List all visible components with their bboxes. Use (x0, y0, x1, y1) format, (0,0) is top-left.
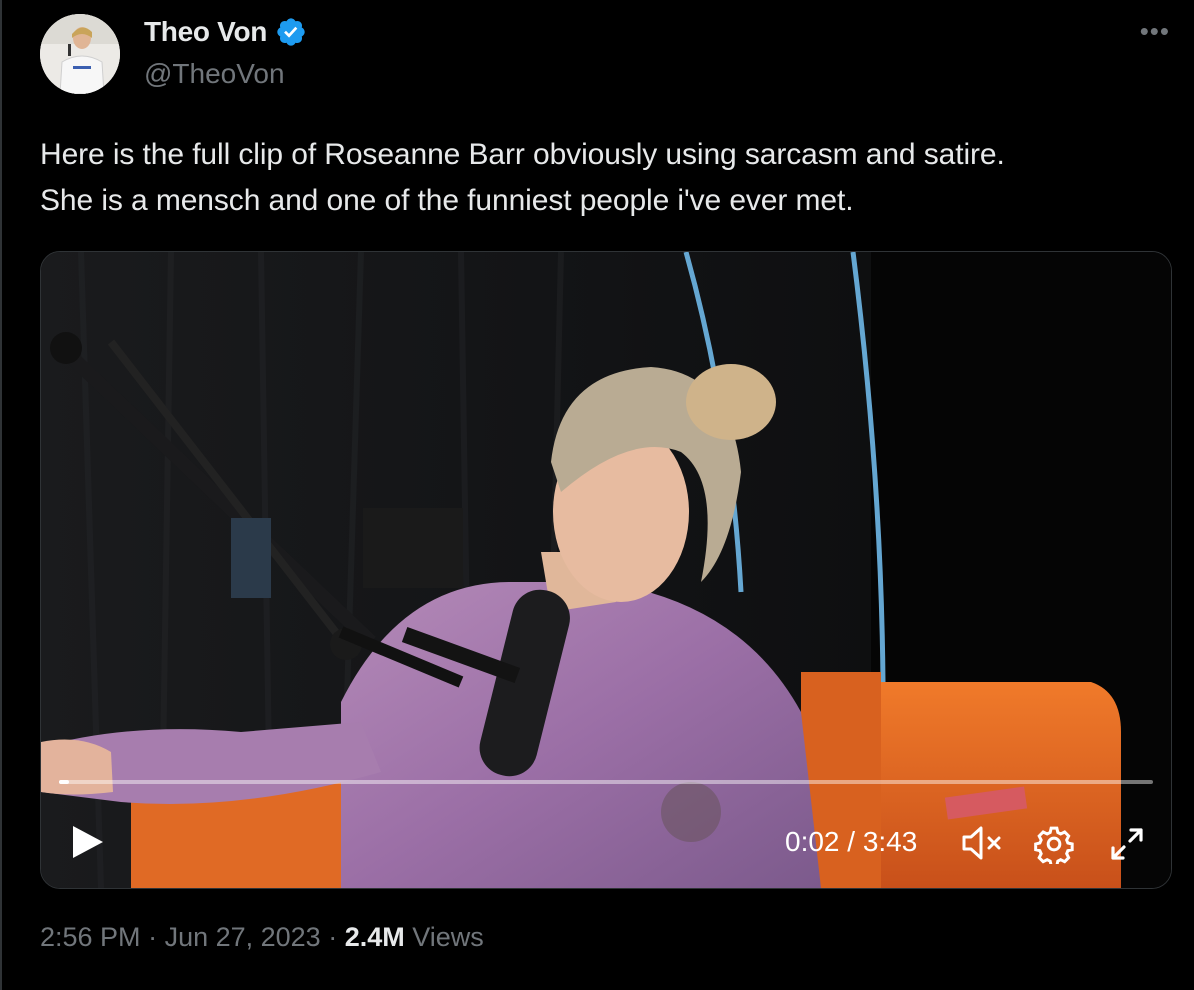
play-icon (73, 826, 103, 858)
tweet-text: Here is the full clip of Roseanne Barr o… (40, 138, 1005, 217)
author-name[interactable]: Theo Von (144, 16, 307, 48)
play-button[interactable] (71, 824, 105, 860)
tweet-time[interactable]: 2:56 PM (40, 922, 141, 952)
verified-badge-icon (277, 18, 305, 46)
avatar-image (40, 14, 120, 94)
video-frame (41, 252, 1171, 888)
tweet-meta: 2:56 PM · Jun 27, 2023 · 2.4M Views (40, 922, 484, 953)
muted-speaker-icon (962, 826, 1001, 860)
author-avatar[interactable] (40, 14, 120, 94)
settings-button[interactable] (1034, 824, 1074, 867)
author-handle[interactable]: @TheoVon (144, 58, 285, 90)
video-progress-fill (59, 780, 69, 784)
tweet-date[interactable]: Jun 27, 2023 (165, 922, 321, 952)
mute-button[interactable] (961, 824, 1005, 862)
fullscreen-icon (1111, 828, 1143, 860)
views-label: Views (412, 922, 484, 952)
video-progress-bar[interactable] (59, 780, 1153, 784)
gear-icon (1034, 826, 1074, 867)
video-player[interactable]: 0:02 / 3:43 (40, 251, 1172, 889)
more-options-icon[interactable]: ••• (1140, 18, 1170, 44)
video-time: 0:02 / 3:43 (785, 826, 918, 857)
views-count: 2.4M (344, 922, 405, 952)
author-display-name[interactable]: Theo Von (144, 16, 267, 48)
fullscreen-button[interactable] (1107, 824, 1147, 864)
timeline-border (0, 0, 2, 990)
meta-separator: · (320, 922, 345, 952)
meta-separator: · (140, 922, 165, 952)
